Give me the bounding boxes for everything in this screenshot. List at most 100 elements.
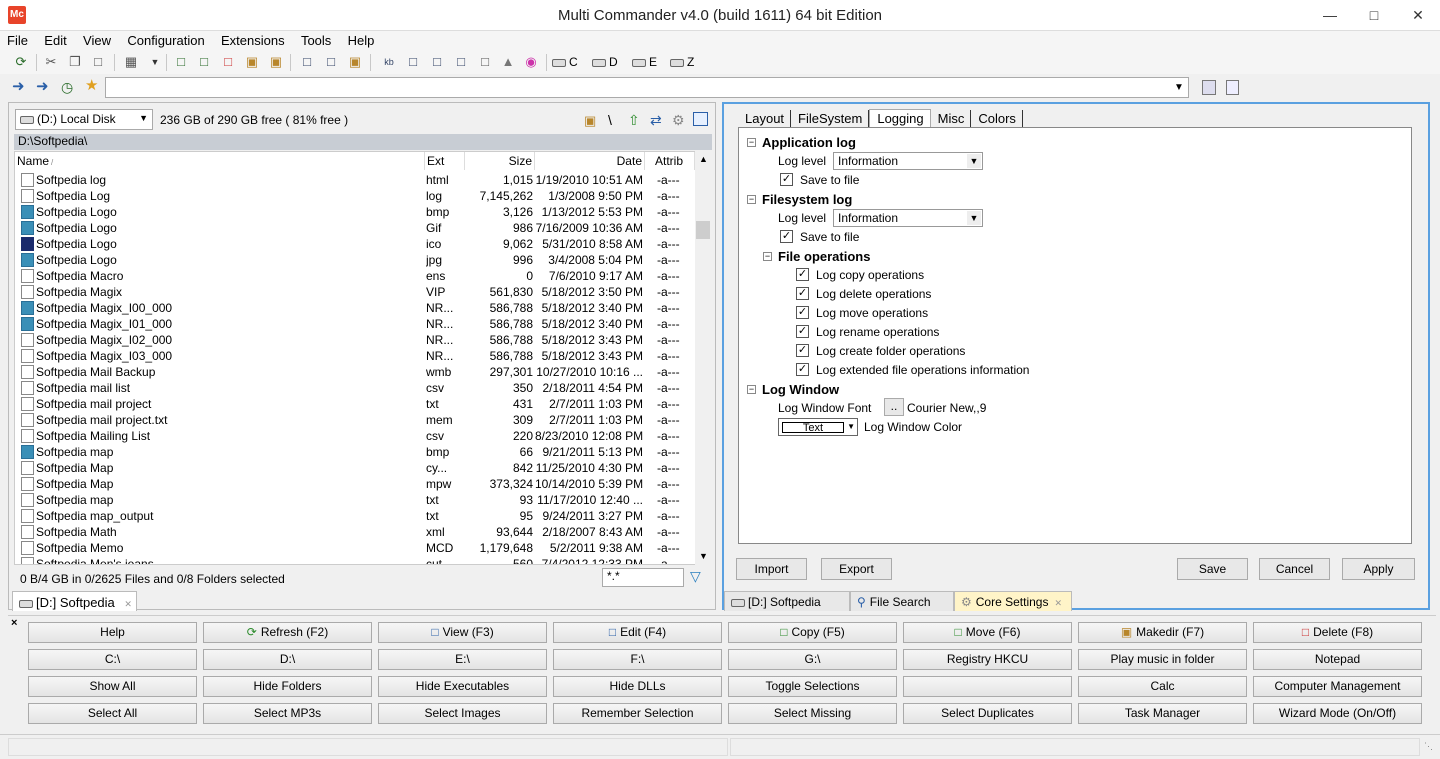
tag-icon[interactable]: ▲ <box>499 53 517 71</box>
filter-input[interactable]: *.* <box>602 568 684 587</box>
color-wheel-icon[interactable]: ◉ <box>522 53 540 71</box>
view-mode-icon[interactable] <box>693 112 708 126</box>
tab-misc[interactable]: Misc <box>931 110 972 128</box>
button-c[interactable]: C:\ <box>28 649 197 670</box>
drive-selector[interactable]: (D:) Local Disk ▼ <box>15 109 153 130</box>
package-icon[interactable]: ▣ <box>267 53 285 71</box>
button-f[interactable]: F:\ <box>553 649 722 670</box>
button-select-mp3s[interactable]: Select MP3s <box>203 703 372 724</box>
path-input[interactable] <box>105 77 1189 98</box>
tab-colors[interactable]: Colors <box>971 110 1023 128</box>
button-wizard-mode-on-off[interactable]: Wizard Mode (On/Off) <box>1253 703 1422 724</box>
button-hide-dlls[interactable]: Hide DLLs <box>553 676 722 697</box>
font-picker-button[interactable]: .. <box>884 398 904 416</box>
swap-panels-icon[interactable]: ⇄ <box>650 112 662 129</box>
app-log-save-checkbox[interactable]: ✓ <box>780 173 793 186</box>
button-view-f3[interactable]: □ View (F3) <box>378 622 547 643</box>
column-header-size[interactable]: Size <box>465 152 535 170</box>
tools-icon[interactable]: ⚙ <box>672 112 685 129</box>
forward-arrow-icon[interactable]: ➜ <box>36 79 52 95</box>
tab-left-d-softpedia[interactable]: [D:] Softpedia ✕ <box>12 591 137 611</box>
button-bar-close-icon[interactable]: × <box>11 617 17 629</box>
table-row[interactable]: Softpedia map txt 93 11/17/2010 12:40 ... -a… <box>15 492 695 508</box>
button-empty[interactable] <box>903 676 1072 697</box>
search-folder-icon[interactable]: ▣ <box>346 53 364 71</box>
menu-extensions[interactable]: Extensions <box>214 31 291 48</box>
table-row[interactable]: Softpedia Magix VIP 561,830 5/18/2012 3:50 … <box>15 284 695 300</box>
table-row[interactable]: Softpedia mail project.txt mem 309 2/7/2011… <box>15 412 695 428</box>
copy-file-icon[interactable]: □ <box>195 53 213 71</box>
close-icon[interactable]: ✕ <box>1396 0 1440 30</box>
table-row[interactable]: Softpedia log html 1,015 1/19/2010 10:51 AM… <box>15 172 695 188</box>
table-row[interactable]: Softpedia Logo Gif 986 7/16/2009 10:36 AM -a… <box>15 220 695 236</box>
button-notepad[interactable]: Notepad <box>1253 649 1422 670</box>
close-tab-icon[interactable]: ✕ <box>124 599 132 609</box>
table-row[interactable]: Softpedia Map mpw 373,324 10/14/2010 5:39 P… <box>15 476 695 492</box>
button-computer-management[interactable]: Computer Management <box>1253 676 1422 697</box>
fs-log-level-select[interactable]: Information ▼ <box>833 209 983 227</box>
resize-grip-icon[interactable]: ⋱ <box>1424 741 1433 752</box>
file-list[interactable]: Name / Ext Size Date Attrib Softpedia log… <box>14 151 711 565</box>
menu-tools[interactable]: Tools <box>294 31 337 48</box>
log-window-color-picker[interactable]: Text ▼ <box>778 418 858 436</box>
parent-folder-icon[interactable]: ⇧ <box>628 112 640 129</box>
button-edit-f4[interactable]: □ Edit (F4) <box>553 622 722 643</box>
app-log-level-select[interactable]: Information ▼ <box>833 152 983 170</box>
button-help[interactable]: Help <box>28 622 197 643</box>
button-select-missing[interactable]: Select Missing <box>728 703 897 724</box>
tab-core-settings[interactable]: ⚙ Core Settings ✕ <box>954 591 1072 611</box>
button-copy-f5[interactable]: □ Copy (F5) <box>728 622 897 643</box>
button-e[interactable]: E:\ <box>378 649 547 670</box>
log-create-folder-checkbox[interactable]: ✓ <box>796 344 809 357</box>
table-row[interactable]: Softpedia mail list csv 350 2/18/2011 4:54 … <box>15 380 695 396</box>
button-play-music-in-folder[interactable]: Play music in folder <box>1078 649 1247 670</box>
current-path[interactable]: D:\Softpedia\ <box>14 134 712 150</box>
button-move-f6[interactable]: □ Move (F6) <box>903 622 1072 643</box>
table-row[interactable]: Softpedia Mail Backup wmb 297,301 10/27/201… <box>15 364 695 380</box>
log-move-checkbox[interactable]: ✓ <box>796 306 809 319</box>
log-delete-checkbox[interactable]: ✓ <box>796 287 809 300</box>
button-calc[interactable]: Calc <box>1078 676 1247 697</box>
button-select-duplicates[interactable]: Select Duplicates <box>903 703 1072 724</box>
document-icon[interactable]: □ <box>428 53 446 71</box>
button-g[interactable]: G:\ <box>728 649 897 670</box>
table-row[interactable]: Softpedia Magix_I00_000 NR... 586,788 5/18/… <box>15 300 695 316</box>
minimize-icon[interactable]: — <box>1308 0 1352 30</box>
new-file-icon[interactable]: □ <box>172 53 190 71</box>
drive-d-button[interactable]: D <box>592 54 618 70</box>
notebook-icon[interactable] <box>1202 80 1216 95</box>
tab-file-search[interactable]: ⚲ File Search <box>850 591 954 611</box>
table-row[interactable]: Softpedia Log log 7,145,262 1/3/2008 9:50 P… <box>15 188 695 204</box>
button-d[interactable]: D:\ <box>203 649 372 670</box>
tab-logging[interactable]: Logging <box>869 109 931 128</box>
folder-tree-icon[interactable]: ▣ <box>584 113 596 129</box>
menu-file[interactable]: File <box>0 31 34 48</box>
table-row[interactable]: Softpedia Magix_I03_000 NR... 586,788 5/18/… <box>15 348 695 364</box>
column-header-attrib[interactable]: Attrib <box>645 152 695 170</box>
chevron-down-icon[interactable]: ▼ <box>146 53 164 71</box>
log-copy-checkbox[interactable]: ✓ <box>796 268 809 281</box>
scrollbar-thumb[interactable] <box>696 221 710 239</box>
cancel-button[interactable]: Cancel <box>1259 558 1330 580</box>
table-row[interactable]: Softpedia Math xml 93,644 2/18/2007 8:43 AM… <box>15 524 695 540</box>
archive-icon[interactable]: ▣ <box>243 53 261 71</box>
button-task-manager[interactable]: Task Manager <box>1078 703 1247 724</box>
button-select-images[interactable]: Select Images <box>378 703 547 724</box>
drive-e-button[interactable]: E <box>632 54 657 70</box>
document-icon[interactable]: □ <box>452 53 470 71</box>
cut-icon[interactable]: ✂ <box>42 53 60 71</box>
column-header-ext[interactable]: Ext <box>425 152 465 170</box>
tab-filesystem[interactable]: FileSystem <box>791 110 870 128</box>
export-button[interactable]: Export <box>821 558 892 580</box>
kb-size-icon[interactable]: kb <box>380 53 398 71</box>
button-select-all[interactable]: Select All <box>28 703 197 724</box>
save-button[interactable]: Save <box>1177 558 1248 580</box>
button-show-all[interactable]: Show All <box>28 676 197 697</box>
tab-layout[interactable]: Layout <box>738 110 792 128</box>
refresh-icon[interactable]: ⟳ <box>12 53 30 71</box>
table-row[interactable]: Softpedia Logo ico 9,062 5/31/2010 8:58 AM -… <box>15 236 695 252</box>
table-row[interactable]: Softpedia map_output txt 95 9/24/2011 3:27 … <box>15 508 695 524</box>
fs-log-save-checkbox[interactable]: ✓ <box>780 230 793 243</box>
back-arrow-icon[interactable]: ➜ <box>12 79 28 95</box>
table-row[interactable]: Softpedia mail project txt 431 2/7/2011 1:0… <box>15 396 695 412</box>
